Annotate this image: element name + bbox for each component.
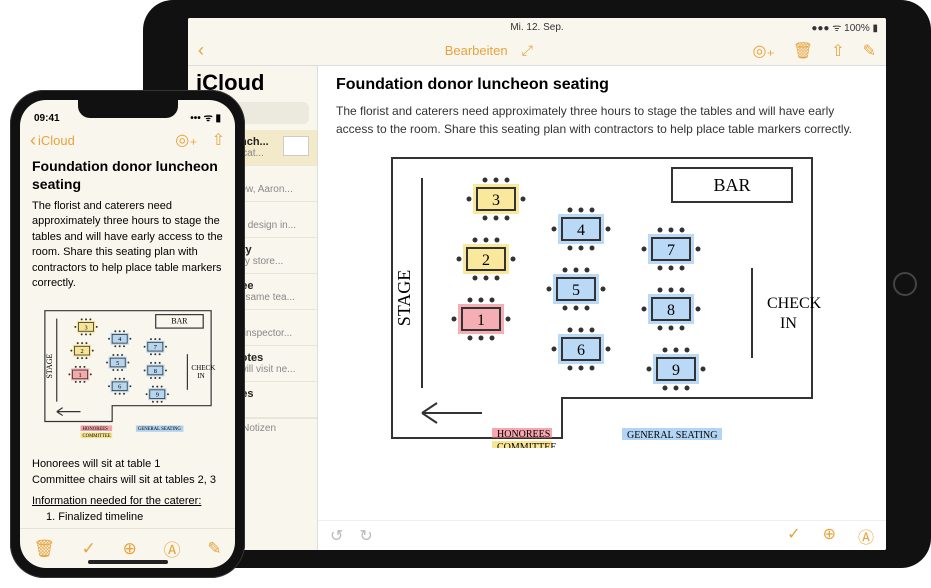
svg-text:COMMITTEE: COMMITTEE bbox=[82, 434, 110, 439]
svg-text:8: 8 bbox=[667, 302, 675, 319]
svg-text:6: 6 bbox=[577, 342, 585, 359]
add-icon[interactable]: ⊕ bbox=[123, 539, 137, 559]
back-icon[interactable]: ‹ bbox=[30, 130, 36, 151]
svg-text:9: 9 bbox=[155, 392, 158, 399]
svg-text:2: 2 bbox=[482, 252, 490, 269]
status-icons: ••• ᯤ ▮ bbox=[190, 110, 221, 124]
legend-committee: COMMITTEE bbox=[497, 442, 556, 448]
edit-button[interactable]: Bearbeiten bbox=[445, 43, 508, 58]
svg-text:HONOREES: HONOREES bbox=[82, 427, 108, 432]
iphone-nav: ‹ iCloud ◎₊ ⇧ bbox=[20, 126, 235, 154]
back-label[interactable]: iCloud bbox=[38, 133, 75, 148]
note-bottom-toolbar: ↺ ↻ ✓ ⊕ Ⓐ bbox=[318, 520, 886, 550]
svg-text:CHECK: CHECK bbox=[191, 364, 216, 372]
markup-icon[interactable]: Ⓐ bbox=[858, 524, 874, 548]
undo-icon[interactable]: ↺ bbox=[330, 526, 343, 546]
share-icon[interactable]: ⇧ bbox=[831, 41, 844, 61]
svg-text:8: 8 bbox=[153, 368, 156, 375]
add-person-icon[interactable]: ◎₊ bbox=[175, 130, 197, 150]
back-icon[interactable]: ‹ bbox=[198, 40, 204, 61]
ipad-status-date: Mi. 12. Sep. bbox=[510, 22, 563, 33]
checkin-label-2: IN bbox=[780, 315, 797, 332]
svg-text:3: 3 bbox=[492, 192, 500, 209]
markup-icon[interactable]: Ⓐ bbox=[164, 536, 181, 561]
checklist-icon[interactable]: ✓ bbox=[82, 539, 96, 559]
iphone-device: 09:41 ••• ᯤ ▮ ‹ iCloud ◎₊ ⇧ Foundation d… bbox=[10, 90, 245, 578]
legend-general: GENERAL SEATING bbox=[627, 430, 717, 441]
svg-text:5: 5 bbox=[572, 282, 580, 299]
checklist-icon[interactable]: ✓ bbox=[787, 524, 800, 548]
svg-text:5: 5 bbox=[116, 360, 119, 367]
svg-text:IN: IN bbox=[197, 372, 205, 380]
caterer-heading: Information needed for the caterer: bbox=[32, 494, 223, 509]
svg-text:2: 2 bbox=[80, 348, 83, 355]
legend-honorees: HONOREES bbox=[497, 429, 550, 440]
compose-icon[interactable]: ✎ bbox=[863, 41, 876, 61]
compose-icon[interactable]: ✎ bbox=[207, 539, 221, 559]
bar-label: BAR bbox=[713, 175, 750, 195]
trash-icon[interactable]: 🗑 bbox=[793, 41, 813, 61]
note-body-text: The florist and caterers need approximat… bbox=[32, 199, 223, 291]
svg-text:7: 7 bbox=[153, 344, 156, 351]
checkin-label-1: CHECK bbox=[767, 295, 822, 312]
expand-icon[interactable]: ⤢ bbox=[522, 42, 533, 59]
home-indicator[interactable] bbox=[88, 560, 168, 564]
ipad-status-bar: Mi. 12. Sep. ●●● ᯤ 100% ▮ bbox=[188, 18, 886, 36]
add-person-icon[interactable]: ◎₊ bbox=[752, 41, 774, 61]
svg-text:9: 9 bbox=[672, 362, 680, 379]
seating-sketch: BAR STAGE CHECK IN 321456789 HONOREES CO… bbox=[33, 299, 223, 449]
honorees-line: Honorees will sit at table 1 bbox=[32, 457, 223, 472]
note-body-text: The florist and caterers need approximat… bbox=[336, 102, 868, 138]
svg-text:4: 4 bbox=[577, 222, 585, 239]
add-icon[interactable]: ⊕ bbox=[823, 524, 836, 548]
share-icon[interactable]: ⇧ bbox=[212, 130, 225, 150]
ipad-toolbar: ‹ . Bearbeiten ⤢ ◎₊ 🗑 ⇧ ✎ bbox=[188, 36, 886, 66]
status-time: 09:41 bbox=[34, 113, 60, 124]
svg-text:6: 6 bbox=[118, 384, 121, 391]
redo-icon[interactable]: ↻ bbox=[359, 526, 372, 546]
iphone-screen: 09:41 ••• ᯤ ▮ ‹ iCloud ◎₊ ⇧ Foundation d… bbox=[20, 100, 235, 568]
svg-text:STAGE: STAGE bbox=[44, 354, 53, 379]
ipad-screen: Mi. 12. Sep. ●●● ᯤ 100% ▮ ‹ . Bearbeiten… bbox=[188, 18, 886, 550]
note-editor[interactable]: Foundation donor luncheon seating The fl… bbox=[20, 154, 235, 528]
ipad-home-button[interactable] bbox=[893, 272, 917, 296]
seating-sketch: BAR STAGE CHECK IN 3 2 1 4 5 6 7 8 9 bbox=[362, 148, 842, 448]
svg-text:1: 1 bbox=[477, 312, 485, 329]
svg-text:1: 1 bbox=[78, 372, 81, 379]
committee-line: Committee chairs will sit at tables 2, 3 bbox=[32, 473, 223, 488]
trash-icon[interactable]: 🗑 bbox=[33, 539, 55, 559]
svg-text:3: 3 bbox=[84, 325, 87, 332]
note-title: Foundation donor luncheon seating bbox=[32, 158, 223, 193]
svg-text:BAR: BAR bbox=[171, 317, 188, 326]
note-thumbnail bbox=[283, 136, 309, 156]
note-title: Foundation donor luncheon seating bbox=[336, 76, 868, 94]
stage-label: STAGE bbox=[394, 270, 414, 327]
caterer-item: 1. Finalized timeline bbox=[32, 510, 223, 525]
ipad-status-battery: ●●● ᯤ 100% ▮ bbox=[811, 20, 878, 34]
svg-text:GENERAL SEATING: GENERAL SEATING bbox=[137, 428, 181, 433]
note-editor[interactable]: Foundation donor luncheon seating The fl… bbox=[318, 66, 886, 550]
iphone-notch bbox=[78, 100, 178, 118]
ipad-device: Mi. 12. Sep. ●●● ᯤ 100% ▮ ‹ . Bearbeiten… bbox=[143, 0, 931, 568]
svg-text:7: 7 bbox=[667, 242, 675, 259]
